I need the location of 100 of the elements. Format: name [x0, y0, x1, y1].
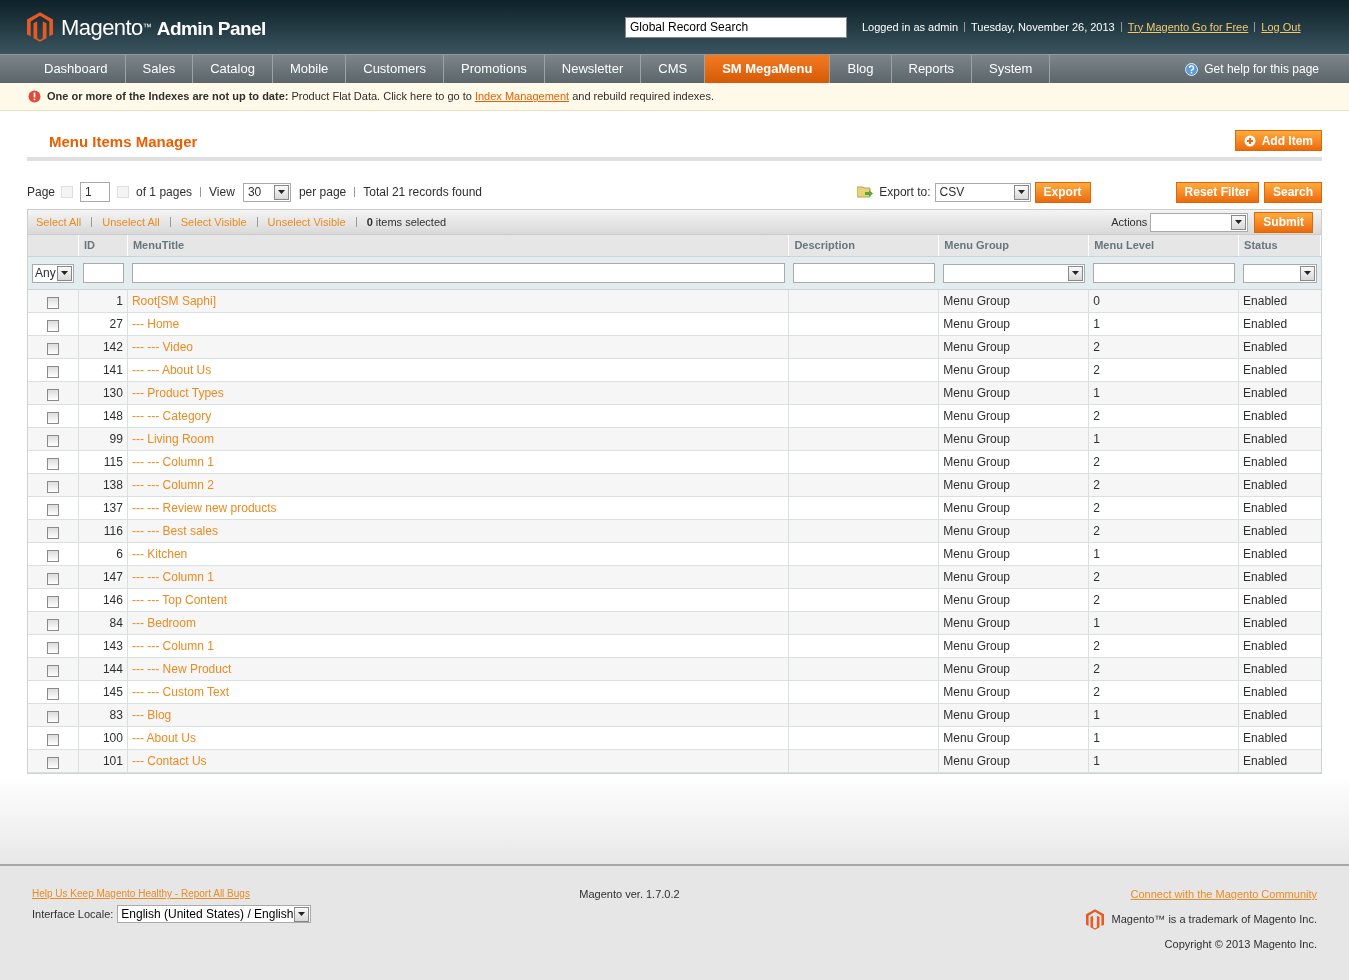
menu-title-link[interactable]: --- Living Room: [131, 430, 214, 448]
table-cell-text: Enabled: [1242, 546, 1289, 563]
any-filter-select[interactable]: Any: [32, 263, 74, 283]
nav-tab[interactable]: SM MegaMenu: [705, 55, 831, 83]
column-header[interactable]: Menu Level: [1089, 235, 1240, 256]
menu-title-link[interactable]: --- Contact Us: [131, 752, 207, 770]
filter-button[interactable]: Search: [1263, 181, 1322, 203]
table-cell: 84: [78, 612, 128, 634]
row-checkbox[interactable]: [46, 458, 59, 470]
row-checkbox[interactable]: [46, 481, 59, 493]
row-checkbox[interactable]: [46, 366, 59, 378]
menu-title-link[interactable]: --- About Us: [131, 729, 196, 747]
locale-select[interactable]: English (United States) / English: [117, 905, 312, 923]
mass-select-link[interactable]: Unselect Visible: [267, 213, 346, 231]
menu-title-link[interactable]: --- --- Column 1: [131, 453, 214, 471]
filter-field[interactable]: [793, 263, 936, 283]
row-checkbox[interactable]: [46, 757, 59, 769]
table-cell: 138: [78, 474, 128, 496]
row-checkbox[interactable]: [46, 734, 59, 746]
menu-title-link[interactable]: --- --- Column 1: [131, 568, 214, 586]
table-cell: 27: [78, 313, 128, 335]
table-cell: 1: [1089, 382, 1240, 404]
per-page-select[interactable]: 30: [242, 182, 291, 202]
community-link[interactable]: Connect with the Magento Community: [1130, 886, 1317, 903]
table-cell-text: Enabled: [1242, 408, 1289, 425]
submit-button[interactable]: Submit: [1254, 211, 1313, 233]
logo-text: Magento$^{™}$ Admin Panel: [61, 13, 266, 42]
column-header[interactable]: MenuTitle: [127, 235, 790, 256]
table-cell: 2: [1089, 635, 1240, 657]
table-cell: Menu Group: [939, 290, 1090, 312]
header-link[interactable]: Try Magento Go for Free: [1127, 18, 1249, 36]
row-checkbox[interactable]: [46, 573, 59, 585]
actions-select[interactable]: [1150, 212, 1249, 232]
add-item-button[interactable]: Add Item: [1234, 130, 1322, 151]
table-cell-text: Enabled: [1242, 638, 1289, 655]
export-button[interactable]: Export: [1034, 181, 1091, 203]
filter-select[interactable]: [1243, 263, 1317, 283]
filter-field[interactable]: [1093, 263, 1236, 283]
row-checkbox[interactable]: [46, 389, 59, 401]
row-checkbox[interactable]: [46, 711, 59, 723]
column-header[interactable]: ID: [78, 235, 128, 256]
table-cell-text: Enabled: [1242, 523, 1289, 540]
column-header[interactable]: Menu Group: [939, 235, 1090, 256]
menu-title-link[interactable]: --- --- Video: [131, 338, 194, 356]
mass-select-link[interactable]: Select Visible: [180, 213, 247, 231]
row-checkbox[interactable]: [46, 688, 59, 700]
table-cell: Menu Group: [939, 336, 1090, 358]
view-label: View: [209, 184, 235, 201]
menu-title-link[interactable]: --- --- Custom Text: [131, 683, 230, 701]
table-cell: Menu Group: [939, 451, 1090, 473]
row-checkbox[interactable]: [46, 504, 59, 516]
filter-field[interactable]: [131, 263, 786, 283]
table-cell: 2: [1089, 520, 1240, 542]
row-checkbox[interactable]: [46, 596, 59, 608]
table-cell: 99: [78, 428, 128, 450]
report-bugs-link[interactable]: Help Us Keep Magento Healthy - Report All Bugs: [32, 886, 452, 901]
row-checkbox[interactable]: [46, 435, 59, 447]
menu-title-link[interactable]: --- --- Column 1: [131, 637, 214, 655]
row-checkbox[interactable]: [46, 665, 59, 677]
menu-title-link[interactable]: --- --- Column 2: [131, 476, 214, 494]
table-cell: Menu Group: [939, 520, 1090, 542]
menu-title-link[interactable]: --- --- Category: [131, 407, 212, 425]
table-cell-text: Enabled: [1242, 661, 1289, 678]
global-search-field[interactable]: Global Record Search: [625, 16, 847, 38]
menu-title-link[interactable]: --- --- Top Content: [131, 591, 228, 609]
filter-select[interactable]: [943, 263, 1086, 283]
export-format-select[interactable]: CSV: [934, 182, 1031, 202]
menu-title-link[interactable]: --- --- About Us: [131, 361, 212, 379]
menu-title-link[interactable]: --- Blog: [131, 706, 172, 724]
filter-button[interactable]: Reset Filter: [1175, 181, 1259, 203]
row-checkbox[interactable]: [46, 527, 59, 539]
table-cell-text: Enabled: [1242, 615, 1289, 632]
menu-title-link[interactable]: --- --- Best sales: [131, 522, 218, 540]
menu-title-link[interactable]: --- Bedroom: [131, 614, 196, 632]
menu-title-link[interactable]: --- Home: [131, 315, 180, 333]
table-cell: 130: [78, 382, 128, 404]
column-header[interactable]: Status: [1239, 235, 1321, 256]
menu-title-link[interactable]: --- --- Review new products: [131, 499, 277, 517]
page-number-field[interactable]: 1: [80, 182, 111, 202]
table-cell-text: Enabled: [1242, 500, 1289, 517]
help-link[interactable]: Get help for this page: [1204, 60, 1319, 78]
row-checkbox[interactable]: [46, 642, 59, 654]
mass-select-link[interactable]: Select All: [36, 213, 82, 231]
menu-title-link[interactable]: Root[SM Saphi]: [131, 292, 216, 310]
menu-title-link[interactable]: --- Kitchen: [131, 545, 188, 563]
mass-select-link[interactable]: Unselect All: [102, 213, 160, 231]
table-cell: Menu Group: [939, 612, 1090, 634]
menu-title-link[interactable]: --- --- New Product: [131, 660, 232, 678]
row-checkbox[interactable]: [46, 297, 59, 309]
index-management-link[interactable]: Index Management: [474, 90, 570, 103]
menu-title-link[interactable]: --- Product Types: [131, 384, 224, 402]
column-header[interactable]: Description: [789, 235, 940, 256]
row-checkbox[interactable]: [46, 320, 59, 332]
row-checkbox[interactable]: [46, 619, 59, 631]
filter-field[interactable]: [82, 263, 124, 283]
row-checkbox[interactable]: [46, 550, 59, 562]
row-checkbox[interactable]: [46, 412, 59, 424]
row-checkbox[interactable]: [46, 343, 59, 355]
header-link[interactable]: Log Out: [1261, 18, 1301, 36]
table-cell-text: Enabled: [1242, 385, 1289, 402]
